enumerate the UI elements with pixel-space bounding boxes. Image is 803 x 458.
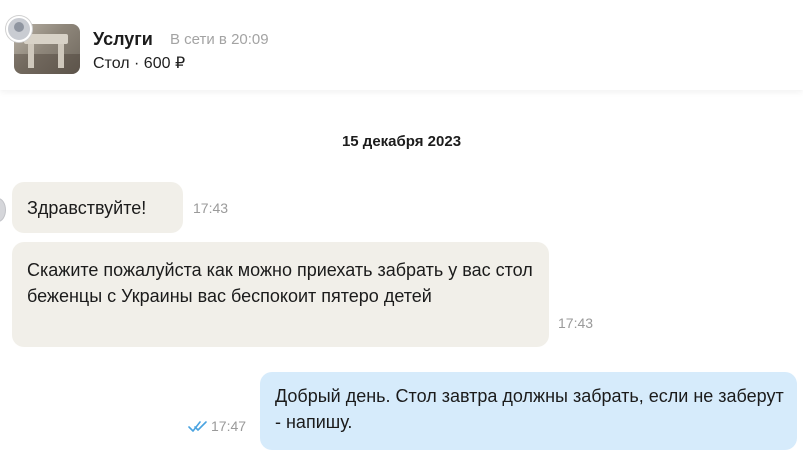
chat-title[interactable]: Услуги [93, 29, 153, 50]
double-check-icon [188, 421, 207, 432]
message-time: 17:43 [193, 200, 229, 216]
chat-header: Услуги В сети в 20:09 Стол · 600 ₽ [0, 0, 803, 90]
message-time: 17:47 [211, 418, 247, 434]
online-status: В сети в 20:09 [170, 31, 269, 48]
table-top-shape [24, 34, 68, 44]
user-avatar[interactable] [6, 16, 32, 42]
message-bubble-incoming[interactable]: Здравствуйте! [12, 182, 183, 233]
table-leg-shape [28, 44, 34, 68]
date-separator: 15 декабря 2023 [341, 133, 462, 150]
listing-subtitle[interactable]: Стол · 600 ₽ [93, 53, 185, 73]
sender-avatar[interactable] [0, 198, 6, 222]
table-leg-shape [58, 44, 64, 68]
message-bubble-incoming[interactable]: Скажите пожалуйста как можно приехать за… [12, 242, 549, 347]
message-text: Здравствуйте! [27, 198, 147, 218]
message-text: Добрый день. Стол завтра должны забрать,… [275, 386, 784, 432]
message-text: Скажите пожалуйста как можно приехать за… [27, 260, 533, 306]
thumbnail-shadow [14, 54, 80, 74]
message-bubble-outgoing[interactable]: Добрый день. Стол завтра должны забрать,… [260, 372, 797, 450]
message-time: 17:43 [558, 315, 594, 331]
